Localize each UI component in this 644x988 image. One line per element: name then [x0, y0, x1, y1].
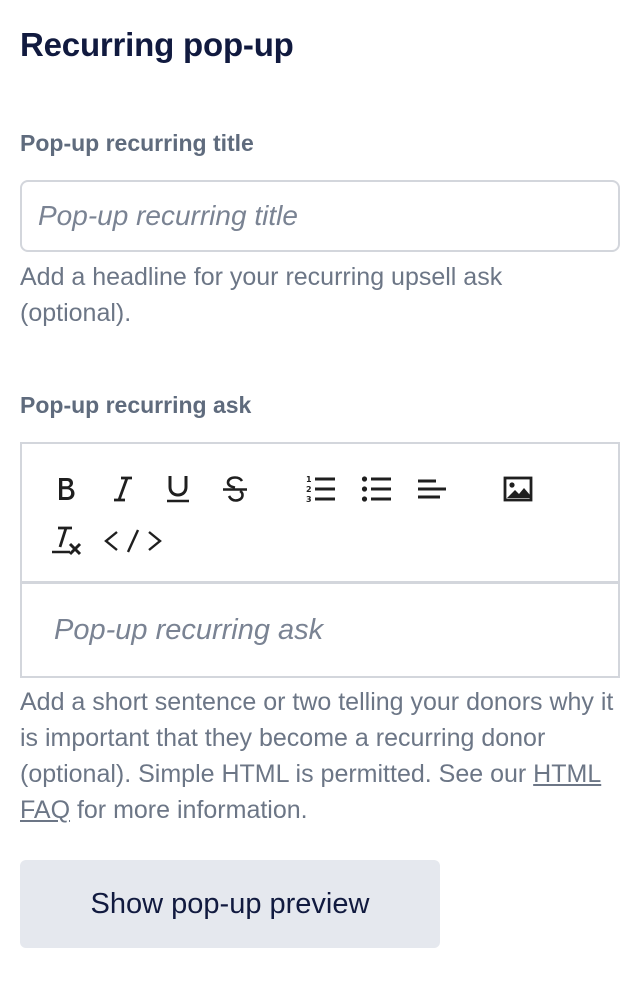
strikethrough-icon[interactable] [218, 472, 252, 506]
recurring-ask-editor[interactable]: Pop-up recurring ask [22, 584, 618, 676]
recurring-title-help: Add a headline for your recurring upsell… [20, 263, 503, 327]
italic-icon[interactable] [106, 472, 140, 506]
recurring-title-label: Pop-up recurring title [20, 130, 254, 156]
align-icon[interactable] [415, 472, 449, 506]
recurring-ask-help-text: Add a short sentence or two telling your… [20, 688, 614, 788]
rich-text-editor: 1 2 3 Pop-up recurring ask [20, 442, 620, 678]
ordered-list-icon[interactable]: 1 2 3 [304, 472, 338, 506]
recurring-ask-label: Pop-up recurring ask [20, 392, 252, 418]
underline-icon[interactable] [161, 472, 195, 506]
bullet-list-icon[interactable] [360, 472, 394, 506]
svg-text:2: 2 [306, 485, 312, 494]
bold-icon[interactable] [50, 472, 84, 506]
svg-text:1: 1 [306, 475, 312, 484]
image-icon[interactable] [501, 472, 535, 506]
recurring-ask-help-tail: for more information. [70, 796, 308, 824]
section-title: Recurring pop-up [20, 26, 294, 63]
recurring-ask-help: Add a short sentence or two telling your… [20, 684, 620, 828]
clear-format-icon[interactable] [50, 524, 84, 558]
code-icon[interactable] [102, 524, 164, 558]
editor-toolbar: 1 2 3 [22, 444, 618, 584]
recurring-ask-placeholder: Pop-up recurring ask [54, 613, 324, 646]
show-preview-button[interactable]: Show pop-up preview [20, 860, 440, 948]
recurring-title-input[interactable] [20, 180, 620, 252]
svg-text:3: 3 [306, 495, 312, 504]
